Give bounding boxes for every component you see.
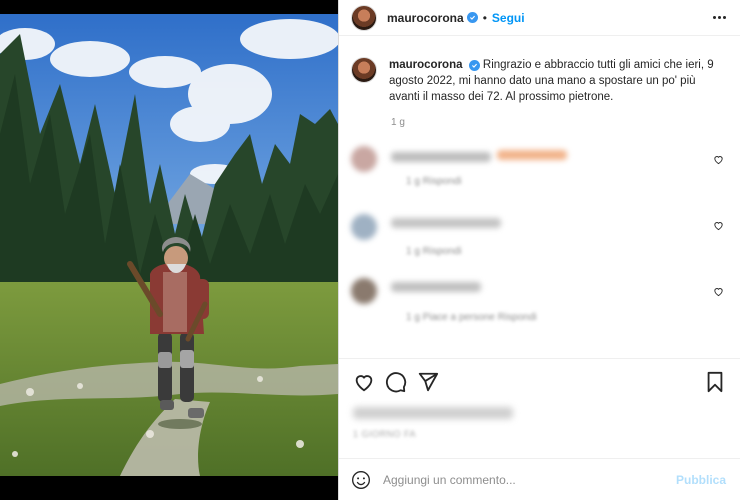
- comment-item: 1 g Rispondi: [351, 212, 726, 278]
- add-comment-bar: Pubblica: [339, 458, 740, 500]
- share-icon[interactable]: [417, 371, 439, 393]
- post-date: 1 GIORNO FA: [353, 429, 417, 439]
- comment-input[interactable]: [383, 472, 676, 487]
- caption-username[interactable]: maurocorona: [389, 59, 463, 71]
- photo-image: [0, 14, 338, 476]
- likes-count-blurred: [353, 407, 513, 419]
- comment-text-blurred: [391, 152, 491, 162]
- verified-icon: [468, 60, 480, 71]
- comment-meta: 1 g Rispondi: [406, 246, 462, 257]
- post-caption: maurocorona Ringrazio e abbraccio tutti …: [351, 57, 726, 105]
- heart-icon[interactable]: [713, 220, 724, 231]
- post-actions: 1 GIORNO FA: [339, 358, 740, 458]
- comments-list[interactable]: maurocorona Ringrazio e abbraccio tutti …: [339, 37, 740, 357]
- post-details-panel: maurocorona • Segui maurocorona Ringrazi…: [338, 0, 740, 500]
- comment-item: 1 g Rispondi: [351, 146, 726, 212]
- comment-text-blurred: [391, 282, 481, 292]
- more-icon[interactable]: [713, 16, 726, 19]
- avatar[interactable]: [351, 4, 377, 31]
- avatar: [351, 278, 377, 304]
- heart-icon[interactable]: [713, 154, 724, 165]
- caption-timestamp: 1 g: [391, 117, 405, 128]
- post-photo[interactable]: [0, 0, 338, 500]
- comment-item: 1 g Piace a persone Rispondi: [351, 278, 726, 344]
- header-separator: •: [482, 10, 487, 25]
- comment-icon[interactable]: [385, 371, 407, 393]
- publish-button[interactable]: Pubblica: [676, 473, 726, 487]
- comment-meta: 1 g Piace a persone Rispondi: [406, 312, 537, 323]
- comment-meta: 1 g Rispondi: [406, 176, 462, 187]
- heart-icon[interactable]: [353, 371, 375, 393]
- bookmark-icon[interactable]: [704, 371, 726, 393]
- heart-icon[interactable]: [713, 286, 724, 297]
- username[interactable]: maurocorona: [387, 11, 464, 25]
- avatar[interactable]: [351, 57, 377, 83]
- avatar: [351, 214, 377, 240]
- comment-text-blurred: [391, 218, 501, 228]
- emoji-icon[interactable]: [351, 470, 371, 490]
- post-header: maurocorona • Segui: [339, 0, 740, 36]
- follow-button[interactable]: Segui: [492, 11, 525, 25]
- avatar: [351, 146, 377, 172]
- verified-icon: [466, 12, 478, 23]
